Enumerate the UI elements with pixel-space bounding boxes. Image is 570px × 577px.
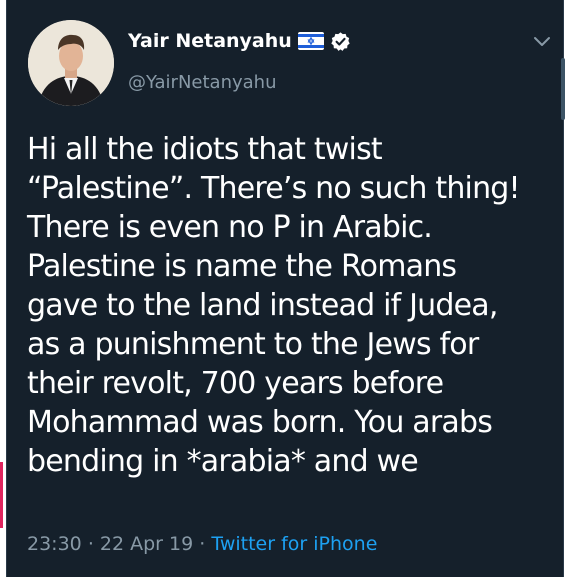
chevron-down-icon[interactable] [531,34,553,50]
tweet-line: Palestine is name the Romans [27,249,457,284]
tweet-card: Yair Netanyahu @YairNetanyahu Hi all the… [6,0,565,577]
israel-flag-icon [297,32,324,50]
tweet-line: Hi all the idiots that twist [27,132,383,167]
tweet-date[interactable]: 22 Apr 19 [100,533,193,555]
verified-badge-icon [330,31,351,52]
tweet-time[interactable]: 23:30 [27,533,82,555]
display-name[interactable]: Yair Netanyahu [128,30,292,52]
tweet-line: their revolt, 700 years before [27,366,444,401]
tweet-line: “Palestine”. There’s no such thing! [27,171,521,206]
avatar[interactable] [28,20,114,106]
tweet-line: bending in *arabia* and we [27,444,419,479]
avatar-portrait-image [28,20,114,106]
tweet-line: Mohammad was born. You arabs [27,405,493,440]
tweet-line: as a punishment to the Jews for [27,327,479,362]
user-handle[interactable]: @YairNetanyahu [128,72,276,93]
meta-separator: · [199,533,206,555]
tweet-source-link[interactable]: Twitter for iPhone [211,533,377,555]
tweet-text: Hi all the idiots that twist “Palestine”… [27,130,562,481]
meta-separator: · [87,533,94,555]
tweet-line: There is even no P in Arabic. [27,210,433,245]
tweet-line: gave to the land instead if Judea, [27,288,498,323]
screenshot-frame: Yair Netanyahu @YairNetanyahu Hi all the… [0,0,570,577]
scrollbar[interactable] [561,58,565,120]
tweet-meta: 23:30 · 22 Apr 19 · Twitter for iPhone [27,533,377,555]
name-row: Yair Netanyahu [128,30,351,52]
red-edge-mark [0,462,3,528]
